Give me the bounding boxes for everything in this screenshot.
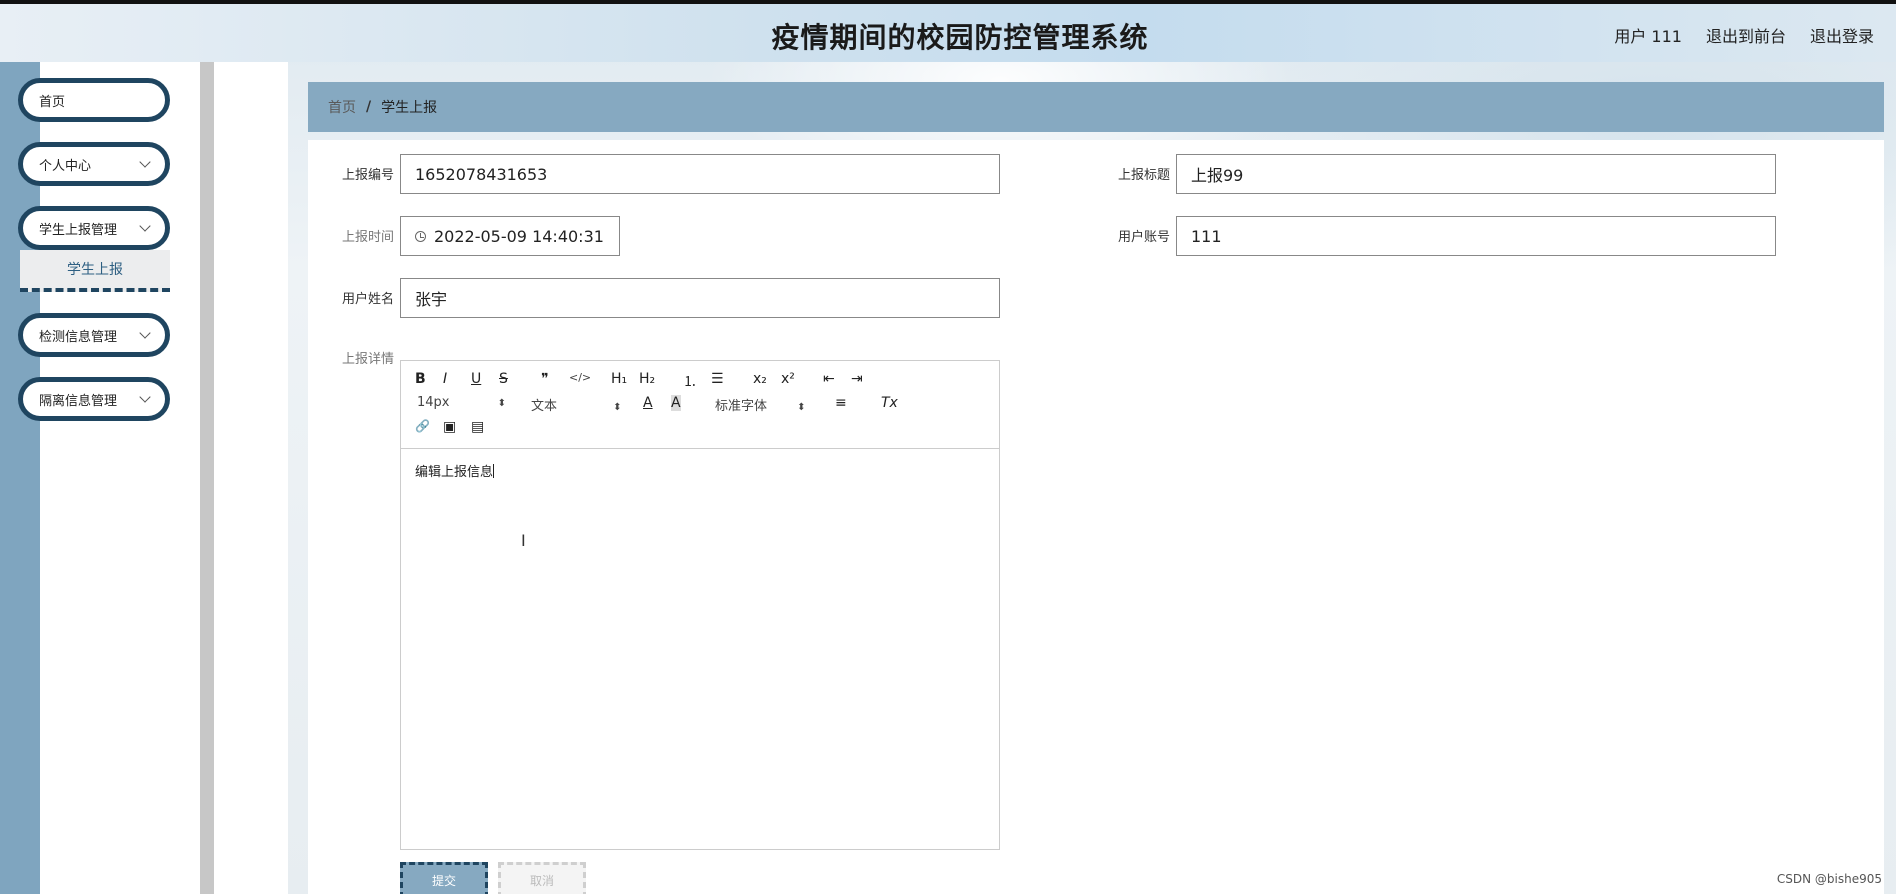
font-color-button[interactable]: A	[643, 395, 653, 411]
sidebar-item-personal-center[interactable]: 个人中心	[18, 142, 170, 186]
text-caret	[493, 464, 495, 478]
superscript-button[interactable]: x²	[781, 371, 795, 387]
report-no-value: 1652078431653	[415, 164, 548, 184]
font-family-select[interactable]: 标准字体 ⬍	[715, 395, 806, 414]
user-name-label: 用户姓名	[341, 292, 394, 307]
bold-button[interactable]: B	[415, 371, 426, 387]
outdent-button[interactable]: ⇤	[823, 371, 835, 387]
report-title-value: 上报99	[1191, 166, 1244, 185]
select-arrow-icon: ⬍	[613, 402, 622, 413]
clear-format-button[interactable]: Tx	[881, 395, 898, 411]
unordered-list-button[interactable]: ☰	[711, 371, 724, 387]
underline-button[interactable]: U	[471, 371, 481, 387]
sidebar-item-label: 检测信息管理	[39, 329, 118, 345]
report-no-label: 上报编号	[341, 168, 394, 183]
video-button[interactable]: ▤	[471, 419, 484, 435]
align-button[interactable]: ≡	[835, 395, 847, 411]
link-button[interactable]: 🔗	[415, 419, 430, 433]
rich-text-editor[interactable]: B I U S ❞ </> H₁ H₂ ⒈ ☰ x₂ x² ⇤ ⇥ 14px ⬍	[400, 360, 1000, 850]
header-actions: 用户 111 退出到前台 退出登录	[1614, 23, 1874, 47]
report-no-field[interactable]: 1652078431653	[400, 154, 1000, 194]
clock-icon	[415, 230, 426, 242]
subscript-button[interactable]: x₂	[753, 371, 767, 387]
ordered-list-button[interactable]: ⒈	[683, 371, 697, 391]
sidebar-item-home[interactable]: 首页	[18, 78, 170, 122]
select-arrow-icon: ⬍	[497, 398, 507, 409]
code-button[interactable]: </>	[569, 371, 591, 384]
report-title-field[interactable]: 上报99	[1176, 154, 1776, 194]
breadcrumb-home[interactable]: 首页	[328, 97, 356, 117]
image-button[interactable]: ▣	[443, 419, 456, 435]
text-type-select[interactable]: 文本 ⬍	[531, 395, 622, 414]
chevron-down-icon	[139, 391, 151, 403]
report-time-label: 上报时间	[341, 230, 394, 245]
sidebar-item-label: 隔离信息管理	[39, 393, 118, 409]
account-label: 用户账号	[1117, 230, 1170, 245]
sidebar-item-student-report[interactable]: 学生上报管理	[18, 206, 170, 250]
sidebar-item-test-info[interactable]: 检测信息管理	[18, 313, 170, 357]
chevron-down-icon	[139, 327, 151, 339]
sidebar-item-label: 学生上报管理	[39, 222, 118, 238]
report-time-value: 2022-05-09 14:40:31	[434, 226, 604, 246]
user-name-value: 张宇	[415, 290, 448, 309]
breadcrumb: 首页 / 学生上报	[308, 82, 1884, 132]
main-content: 首页 / 学生上报 上报编号 1652078431653 上报标题 上报99 上…	[288, 62, 1896, 894]
indent-button[interactable]: ⇥	[851, 371, 863, 387]
submit-button[interactable]: 提交	[400, 862, 488, 894]
text-cursor-icon: Ⅰ	[521, 531, 526, 550]
sidebar-subitem-student-report[interactable]: 学生上报	[20, 250, 170, 292]
sidebar-strip	[0, 62, 40, 894]
cancel-button[interactable]: 取消	[498, 862, 586, 894]
account-value: 111	[1191, 226, 1222, 246]
report-form: 上报编号 1652078431653 上报标题 上报99 上报时间 2022-0…	[308, 140, 1884, 894]
watermark: CSDN @bishe905	[1776, 872, 1882, 886]
report-time-field[interactable]: 2022-05-09 14:40:31	[400, 216, 620, 256]
chevron-down-icon	[139, 156, 151, 168]
breadcrumb-current: 学生上报	[381, 100, 438, 116]
font-size-select[interactable]: 14px ⬍	[417, 395, 506, 410]
quote-button[interactable]: ❞	[541, 371, 549, 387]
exit-to-front-link[interactable]: 退出到前台	[1706, 23, 1786, 47]
select-arrow-icon: ⬍	[797, 402, 806, 413]
text-type-value: 文本	[531, 399, 558, 414]
account-field[interactable]: 111	[1176, 216, 1776, 256]
font-family-value: 标准字体	[715, 399, 768, 414]
italic-button[interactable]: I	[443, 371, 447, 387]
report-title-label: 上报标题	[1117, 168, 1170, 183]
sidebar-scrollbar[interactable]	[200, 62, 214, 894]
details-label: 上报详情	[341, 352, 394, 367]
header: 疫情期间的校园防控管理系统 用户 111 退出到前台 退出登录	[0, 4, 1896, 62]
logout-link[interactable]: 退出登录	[1810, 23, 1874, 47]
editor-toolbar: B I U S ❞ </> H₁ H₂ ⒈ ☰ x₂ x² ⇤ ⇥ 14px ⬍	[401, 361, 999, 449]
content-gutter	[214, 62, 288, 894]
sidebar-subitem-label: 学生上报	[67, 262, 123, 278]
editor-text: 编辑上报信息	[415, 465, 494, 480]
breadcrumb-separator: /	[366, 99, 372, 115]
h1-button[interactable]: H₁	[611, 371, 627, 387]
app-title: 疫情期间的校园防控管理系统	[771, 21, 1149, 54]
bg-color-button[interactable]: A	[671, 395, 681, 411]
user-name-field[interactable]: 张宇	[400, 278, 1000, 318]
chevron-down-icon	[139, 220, 151, 232]
user-label: 用户 111	[1614, 27, 1682, 46]
sidebar	[40, 62, 200, 894]
font-size-value: 14px	[417, 395, 450, 410]
sidebar-item-isolation-info[interactable]: 隔离信息管理	[18, 377, 170, 421]
sidebar-item-label: 个人中心	[39, 158, 92, 174]
sidebar-item-label: 首页	[39, 94, 66, 110]
editor-content[interactable]: 编辑上报信息	[415, 461, 495, 480]
strike-button[interactable]: S	[499, 371, 508, 387]
h2-button[interactable]: H₂	[639, 371, 655, 387]
